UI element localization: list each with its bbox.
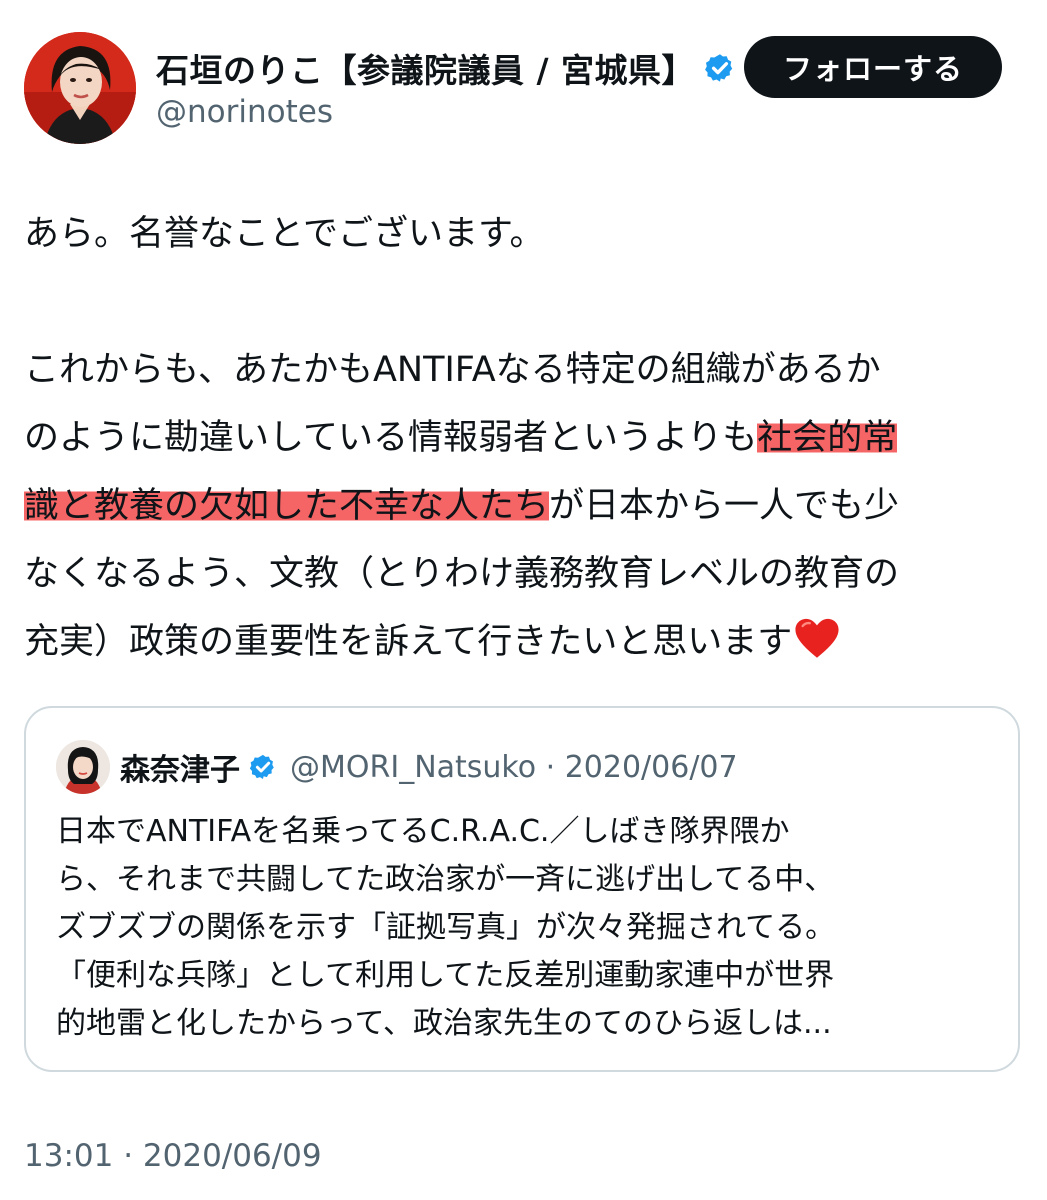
author-handle[interactable]: @norinotes xyxy=(156,94,333,130)
author-name-row: 石垣のりこ【参議院議員 / 宮城県】 xyxy=(156,44,737,92)
quoted-tweet-text: 日本でANTIFAを名乗ってるC.R.A.C.／しばき隊界隈か ら、それまで共闘… xyxy=(56,808,996,1048)
follow-button[interactable]: フォローする xyxy=(744,36,1002,98)
highlighted-text: 社会的常 xyxy=(757,418,898,458)
tweet-line: 充実）政策の重要性を訴えて行きたいと思います xyxy=(24,608,1029,676)
quoted-line: ら、それまで共闘してた政治家が一斉に逃げ出してる中、 xyxy=(56,862,835,897)
tweet-segment: 充実）政策の重要性を訴えて行きたいと思います xyxy=(24,622,793,662)
verified-badge-icon xyxy=(705,54,733,82)
quoted-tweet-header: 森奈津子 @MORI_Natsuko · 2020/06/07 xyxy=(56,740,738,794)
author-display-name[interactable]: 石垣のりこ【参議院議員 / 宮城県】 xyxy=(156,44,695,92)
quoted-author-avatar xyxy=(56,740,110,794)
tweet-text: あら。名誉なことでございます。 これからも、あたかもANTIFAなる特定の組織が… xyxy=(24,200,1029,676)
quoted-tweet-card[interactable]: 森奈津子 @MORI_Natsuko · 2020/06/07 日本でANTIF… xyxy=(24,706,1020,1072)
tweet-line: のように勘違いしている情報弱者というよりも社会的常 xyxy=(24,404,1029,472)
author-avatar[interactable] xyxy=(24,32,136,144)
tweet-line: なくなるよう、文教（とりわけ義務教育レベルの教育の xyxy=(24,554,900,594)
quoted-author-name: 森奈津子 xyxy=(120,753,240,788)
red-heart-icon xyxy=(795,618,839,658)
tweet-line: あら。名誉なことでございます。 xyxy=(24,214,545,254)
tweet-line: 識と教養の欠如した不幸な人たちが日本から一人でも少 xyxy=(24,472,1029,540)
highlighted-text: 識と教養の欠如した不幸な人たち xyxy=(24,486,550,526)
quoted-line: 「便利な兵隊」として利用してた反差別運動家連中が世界 xyxy=(56,958,835,993)
quoted-line: 的地雷と化したからって、政治家先生のてのひら返しは... xyxy=(56,1006,832,1041)
verified-badge-icon xyxy=(249,754,274,780)
tweet-segment: が日本から一人でも少 xyxy=(549,486,900,526)
tweet-segment: のように勘違いしている情報弱者というよりも xyxy=(24,418,758,458)
tweet-timestamp[interactable]: 13:01 · 2020/06/09 xyxy=(24,1138,322,1174)
tweet-line: これからも、あたかもANTIFAなる特定の組織があるか xyxy=(24,350,881,390)
quoted-line: ズブズブの関係を示す「証拠写真」が次々発掘されてる。 xyxy=(56,910,836,945)
quoted-handle-date: @MORI_Natsuko · 2020/06/07 xyxy=(290,749,738,785)
tweet-header: 石垣のりこ【参議院議員 / 宮城県】 @norinotes フォローする xyxy=(24,32,1024,144)
quoted-line: 日本でANTIFAを名乗ってるC.R.A.C.／しばき隊界隈か xyxy=(56,814,790,849)
